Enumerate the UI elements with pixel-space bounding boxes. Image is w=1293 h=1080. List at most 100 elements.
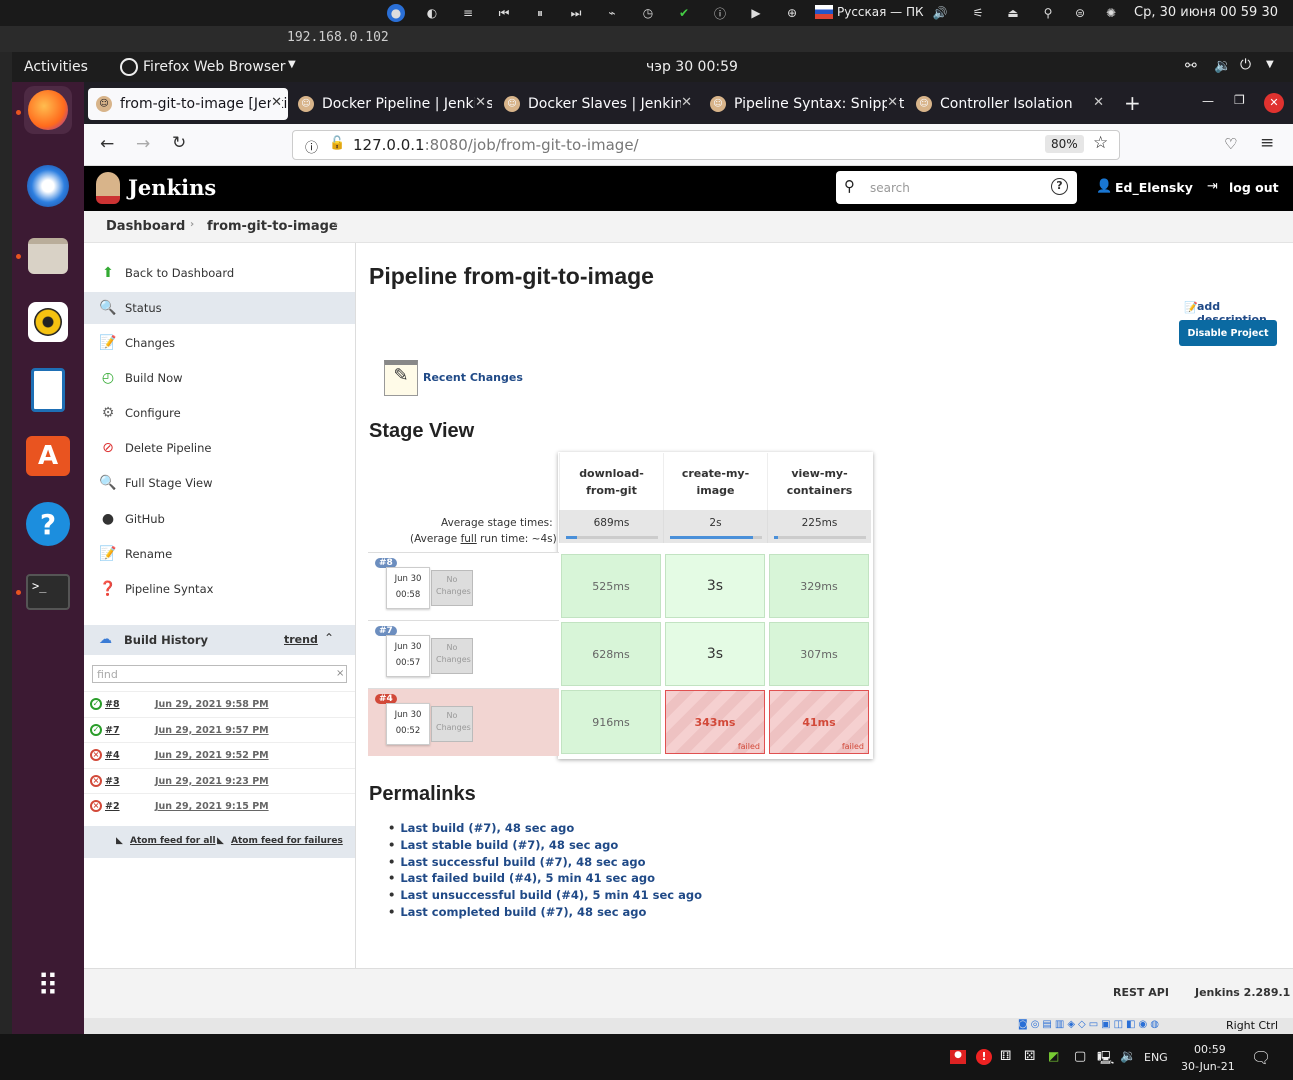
task-back-to-dashboard[interactable]: ⬆ Back to Dashboard [84,257,355,289]
app-indicator-icon[interactable]: ● [387,4,405,22]
history-build-number[interactable]: #7 [105,725,120,736]
disable-project-button[interactable]: Disable Project [1179,320,1277,346]
close-tab-icon[interactable]: ✕ [1093,95,1104,110]
permalink-item[interactable]: Last stable build (#7), 48 sec ago [388,838,618,852]
close-tab-icon[interactable]: ✕ [475,95,486,110]
help-icon[interactable]: ? [1051,178,1068,195]
build-find-input[interactable]: find × [92,665,347,683]
history-build-date[interactable]: Jun 29, 2021 9:52 PM [155,750,269,761]
jenkins-brand[interactable]: Jenkins [128,175,216,200]
reload-icon[interactable]: ↻ [172,133,186,153]
hamburger-menu-icon[interactable]: ≡ [1260,133,1274,153]
tab-docker-slaves[interactable]: ☺ Docker Slaves | Jenkins ✕ [496,88,698,120]
stage-cell-success[interactable]: 307ms [769,622,869,686]
jenkins-logo-icon[interactable] [96,172,120,204]
logout-link[interactable]: log out [1229,180,1279,195]
vbox-device-icons[interactable]: ◙◎▤▥◈◇▭▣◫◧◉◍ [1018,1019,1162,1030]
keyboard-layout[interactable]: Русская — ПК [837,5,924,19]
tray-app-icon[interactable]: ⚄ [1024,1049,1035,1064]
tab-controller-isolation[interactable]: ☺ Controller Isolation ✕ [908,88,1110,120]
trend-link[interactable]: trend [284,633,318,646]
bookmark-star-icon[interactable]: ☆ [1093,133,1108,153]
steam-icon[interactable]: ◐ [423,4,441,22]
taskbar-date[interactable]: 30-Jun-21 [1181,1060,1235,1073]
task-pipeline-syntax[interactable]: ❓ Pipeline Syntax [84,573,355,605]
task-changes[interactable]: 📝 Changes [84,327,355,359]
close-tab-icon[interactable]: ✕ [887,95,898,110]
search-input[interactable]: search [870,181,910,195]
host-clock[interactable]: Ср, 30 июня 00 59 30 [1134,5,1278,20]
minimize-icon[interactable]: — [1202,94,1214,108]
info-indicator-icon[interactable]: ⓘ [711,4,729,22]
stage-cell-success[interactable]: 525ms [561,554,661,618]
new-tab-icon[interactable]: + [1124,91,1141,115]
atom-feed-all-link[interactable]: Atom feed for all [130,836,216,846]
tab-pipeline-syntax[interactable]: ☺ Pipeline Syntax: Snippet ✕ [702,88,904,120]
avg-full-link[interactable]: full [461,533,477,545]
thunderbird-launcher-icon[interactable] [24,162,72,210]
task-rename[interactable]: 📝 Rename [84,538,355,570]
run-changes[interactable]: No Changes [431,638,473,674]
stage-cell-success[interactable]: 3s [665,622,765,686]
run-changes[interactable]: No Changes [431,570,473,606]
stage-cell-success[interactable]: 916ms [561,690,661,754]
stage-cell-failed[interactable]: 343ms failed [665,690,765,754]
help-launcher-icon[interactable]: ? [24,500,72,548]
firefox-launcher-icon[interactable] [24,86,72,134]
task-status[interactable]: 🔍 Status [84,292,355,324]
notifications-icon[interactable]: 🗨 [1251,1048,1271,1067]
lock-icon[interactable]: 🔓 [329,136,345,151]
play-indicator-icon[interactable]: ▶ [747,4,765,22]
rhythmbox-launcher-icon[interactable] [24,298,72,346]
cpu-indicator-icon[interactable]: ⌁ [603,4,621,22]
tray-window-icon[interactable]: ▢ [1074,1049,1086,1064]
page-info-icon[interactable]: ⓘ [305,137,318,156]
libreoffice-writer-launcher-icon[interactable] [24,366,72,414]
menu-icon[interactable]: ≡ [459,4,477,22]
pocket-icon[interactable]: ♡ [1224,135,1237,153]
pause-icon[interactable]: ⏸ [531,4,549,22]
stage-cell-success[interactable]: 628ms [561,622,661,686]
back-icon[interactable]: ← [100,134,114,154]
app-menu[interactable]: Firefox Web Browser [143,59,286,75]
previous-track-icon[interactable]: ⏮ [495,4,513,22]
clear-find-icon[interactable]: × [336,668,344,679]
history-build-date[interactable]: Jun 29, 2021 9:23 PM [155,776,269,787]
task-configure[interactable]: ⚙ Configure [84,397,355,429]
task-build-now[interactable]: ◴ Build Now [84,362,355,394]
close-window-icon[interactable]: ✕ [1264,93,1284,113]
url-bar[interactable]: ⓘ 🔓 127.0.0.1:8080/job/from-git-to-image… [292,130,1120,160]
restore-icon[interactable]: ❐ [1234,93,1245,107]
check-indicator-icon[interactable]: ✔ [675,4,693,22]
files-launcher-icon[interactable] [24,232,72,280]
zoom-indicator[interactable]: 80% [1045,135,1084,153]
taskbar-time[interactable]: 00:59 [1194,1043,1226,1056]
permalink-item[interactable]: Last successful build (#7), 48 sec ago [388,855,645,869]
stage-cell-failed[interactable]: 41ms failed [769,690,869,754]
permalink-item[interactable]: Last completed build (#7), 48 sec ago [388,905,646,919]
close-tab-icon[interactable]: ✕ [681,95,692,110]
forward-icon[interactable]: → [136,134,150,154]
terminal-launcher-icon[interactable]: >_ [24,568,72,616]
eject-icon[interactable]: ⏏ [1004,4,1022,22]
history-build-date[interactable]: Jun 29, 2021 9:58 PM [155,699,269,710]
breadcrumb-separator-icon[interactable]: › [334,219,338,230]
volume-icon[interactable]: 🔊 [931,4,949,22]
alert-icon[interactable]: ! [976,1049,992,1065]
next-track-icon[interactable]: ⏭ [567,4,585,22]
permalink-item[interactable]: Last unsuccessful build (#4), 5 min 41 s… [388,888,702,902]
collapse-chevron-icon[interactable]: ⌃ [324,631,334,645]
power-icon[interactable]: ⏻ [1240,57,1251,73]
breadcrumb-dashboard[interactable]: Dashboard [106,219,185,234]
color-icon[interactable]: ✺ [1102,4,1120,22]
network-icon[interactable]: 🖳 [1097,1049,1114,1071]
activities-button[interactable]: Activities [24,59,88,75]
tab-docker-pipeline[interactable]: ☺ Docker Pipeline | Jenkins ✕ [290,88,492,120]
toggle-icon[interactable]: ⊜ [1071,4,1089,22]
stage-cell-success[interactable]: 329ms [769,554,869,618]
task-delete-pipeline[interactable]: ⊘ Delete Pipeline [84,432,355,464]
network-off-icon[interactable]: ⚟ [969,4,987,22]
history-build-date[interactable]: Jun 29, 2021 9:57 PM [155,725,269,736]
history-build-date[interactable]: Jun 29, 2021 9:15 PM [155,801,269,812]
user-link[interactable]: Ed_Elensky [1115,180,1193,195]
